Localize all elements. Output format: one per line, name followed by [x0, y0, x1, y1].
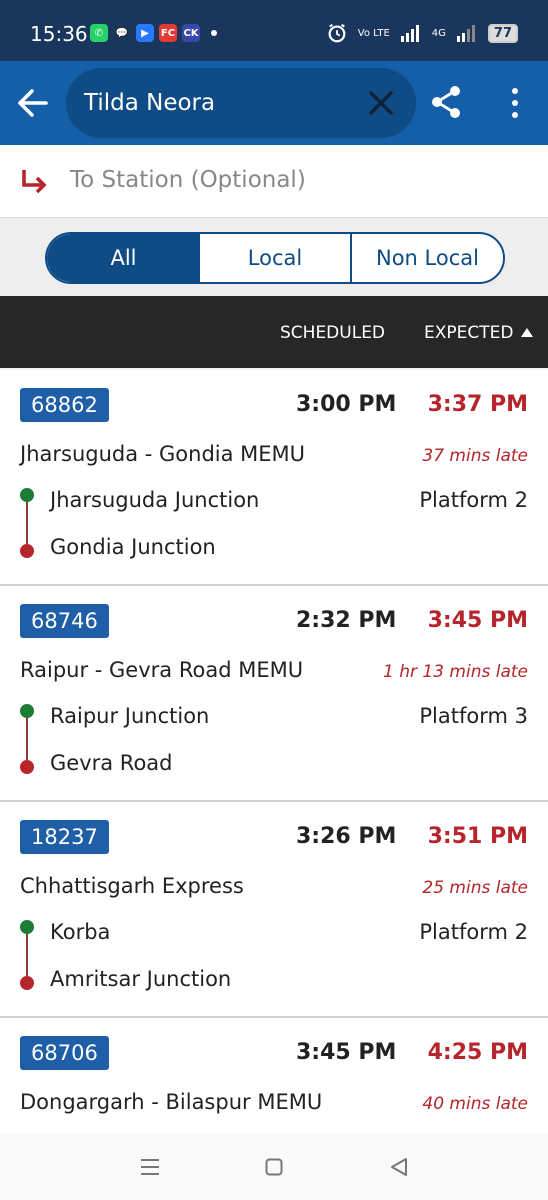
delay-label: 25 mins late	[422, 878, 528, 898]
destination-station: Gevra Road	[50, 751, 173, 775]
route-line	[26, 496, 28, 544]
volte-label: Vo LTE	[357, 27, 390, 39]
more-options-icon[interactable]	[508, 87, 522, 119]
to-station-placeholder[interactable]: To Station (Optional)	[70, 167, 306, 193]
ck-icon: CK	[182, 24, 200, 42]
signal-icon	[400, 25, 419, 42]
train-card[interactable]: 18237 3:26 PM 3:51 PM Chhattisgarh Expre…	[0, 802, 548, 1018]
from-station-input[interactable]: Tilda Neora	[84, 90, 215, 116]
train-number-badge: 68862	[20, 388, 109, 422]
from-station-search[interactable]: Tilda Neora	[66, 68, 416, 138]
expected-time: 3:45 PM	[427, 608, 528, 633]
train-card[interactable]: 68862 3:00 PM 3:37 PM Jharsuguda - Gondi…	[0, 370, 548, 586]
back-arrow-icon[interactable]	[16, 87, 50, 119]
platform-label: Platform 3	[419, 704, 528, 728]
system-nav-bar	[0, 1134, 548, 1200]
filter-all[interactable]: All	[47, 234, 200, 282]
expected-time: 3:37 PM	[427, 392, 528, 417]
destination-dot-icon	[20, 760, 34, 774]
destination-dot-icon	[20, 544, 34, 558]
notification-icons: ✆ 💬 ▶ FC CK	[90, 24, 217, 42]
scheduled-time: 3:00 PM	[296, 392, 397, 417]
delay-label: 1 hr 13 mins late	[382, 662, 528, 682]
train-card[interactable]: 68706 3:45 PM 4:25 PM Dongargarh - Bilas…	[0, 1018, 548, 1134]
turn-right-arrow-icon	[22, 170, 47, 194]
origin-station: Raipur Junction	[50, 704, 210, 728]
status-time: 15:36	[30, 22, 88, 46]
more-notifications-dot	[211, 30, 217, 36]
expected-time: 4:25 PM	[427, 1040, 528, 1065]
destination-station: Amritsar Junction	[50, 967, 232, 991]
recent-apps-icon[interactable]	[140, 1158, 160, 1176]
scheduled-time: 3:45 PM	[296, 1040, 397, 1065]
filter-local[interactable]: Local	[200, 234, 352, 282]
sort-ascending-icon[interactable]	[521, 328, 533, 337]
origin-station: Jharsuguda Junction	[50, 488, 260, 512]
platform-label: Platform 2	[419, 488, 528, 512]
play-icon: ▶	[136, 24, 154, 42]
network-type: 4G	[431, 27, 446, 39]
origin-dot-icon	[20, 920, 34, 934]
origin-station: Korba	[50, 920, 111, 944]
nav-back-icon[interactable]	[390, 1157, 408, 1177]
train-type-filter: All Local Non Local	[45, 232, 505, 284]
origin-dot-icon	[20, 704, 34, 718]
delay-label: 37 mins late	[422, 446, 528, 466]
train-number-badge: 68706	[20, 1036, 109, 1070]
message-icon: 💬	[113, 24, 131, 42]
app-bar: Tilda Neora	[0, 61, 548, 145]
filter-non-local[interactable]: Non Local	[352, 234, 503, 282]
train-number-badge: 68746	[20, 604, 109, 638]
train-name: Jharsuguda - Gondia MEMU	[20, 442, 306, 466]
expected-time: 3:51 PM	[427, 824, 528, 849]
scheduled-time: 3:26 PM	[296, 824, 397, 849]
train-name: Chhattisgarh Express	[20, 874, 244, 898]
whatsapp-icon: ✆	[90, 24, 108, 42]
destination-dot-icon	[20, 976, 34, 990]
train-name: Raipur - Gevra Road MEMU	[20, 658, 304, 682]
train-card[interactable]: 68746 2:32 PM 3:45 PM Raipur - Gevra Roa…	[0, 586, 548, 802]
train-list: 68862 3:00 PM 3:37 PM Jharsuguda - Gondi…	[0, 370, 548, 1134]
filter-bar: All Local Non Local	[0, 218, 548, 296]
status-right: Vo LTE 4G 77	[326, 22, 518, 44]
expected-column[interactable]: EXPECTED	[424, 323, 513, 343]
platform-label: Platform 2	[419, 920, 528, 944]
train-number-badge: 18237	[20, 820, 109, 854]
route-line	[26, 712, 28, 760]
share-icon[interactable]	[430, 85, 462, 119]
train-name: Dongargarh - Bilaspur MEMU	[20, 1090, 323, 1114]
to-station-field[interactable]: To Station (Optional)	[0, 145, 548, 218]
fc-icon: FC	[159, 24, 177, 42]
origin-dot-icon	[20, 488, 34, 502]
battery-icon: 77	[487, 23, 518, 43]
clear-icon[interactable]	[368, 90, 394, 116]
destination-station: Gondia Junction	[50, 535, 216, 559]
scheduled-column[interactable]: SCHEDULED	[280, 323, 385, 343]
signal-2-icon	[456, 25, 475, 42]
column-header: SCHEDULED EXPECTED	[0, 296, 548, 368]
route-line	[26, 928, 28, 976]
home-icon[interactable]	[265, 1158, 283, 1176]
delay-label: 40 mins late	[422, 1094, 528, 1114]
alarm-icon	[328, 23, 346, 43]
status-bar: 15:36 ✆ 💬 ▶ FC CK Vo LTE 4G 77	[0, 0, 548, 61]
scheduled-time: 2:32 PM	[296, 608, 397, 633]
